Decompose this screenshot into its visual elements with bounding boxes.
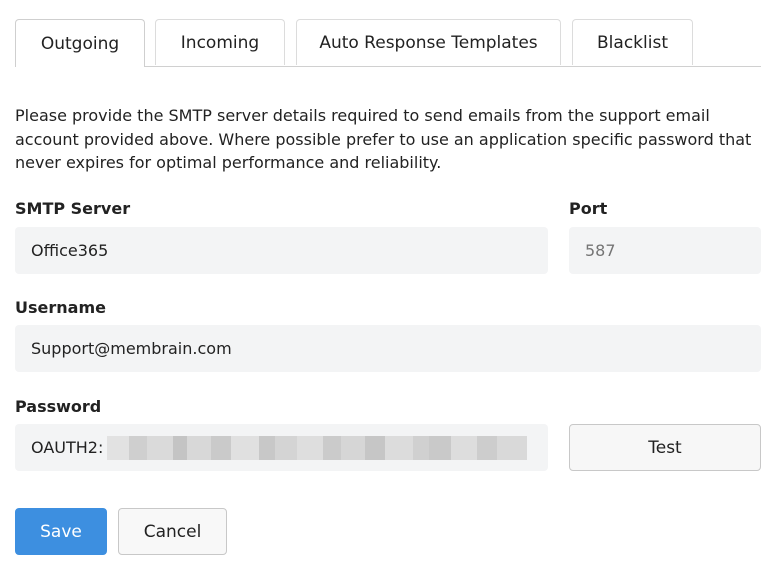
cancel-button[interactable]: Cancel xyxy=(118,508,227,555)
port-input[interactable] xyxy=(569,227,761,274)
tab-outgoing[interactable]: Outgoing xyxy=(15,19,145,67)
username-input[interactable] xyxy=(15,325,761,372)
password-redacted xyxy=(107,435,528,460)
tab-auto-response-templates[interactable]: Auto Response Templates xyxy=(296,19,561,65)
smtp-server-input[interactable] xyxy=(15,227,548,274)
test-button[interactable]: Test xyxy=(569,424,761,471)
password-prefix: OAUTH2: xyxy=(31,438,104,457)
tab-blacklist[interactable]: Blacklist xyxy=(572,19,693,65)
save-button[interactable]: Save xyxy=(15,508,107,555)
username-label: Username xyxy=(15,298,106,317)
intro-text: Please provide the SMTP server details r… xyxy=(15,106,752,172)
password-label: Password xyxy=(15,397,102,416)
smtp-server-label: SMTP Server xyxy=(15,199,131,218)
password-input[interactable]: OAUTH2: xyxy=(15,424,548,471)
port-label: Port xyxy=(569,199,608,218)
tab-incoming[interactable]: Incoming xyxy=(155,19,285,65)
tab-bar: Outgoing Incoming Auto Response Template… xyxy=(15,19,761,67)
